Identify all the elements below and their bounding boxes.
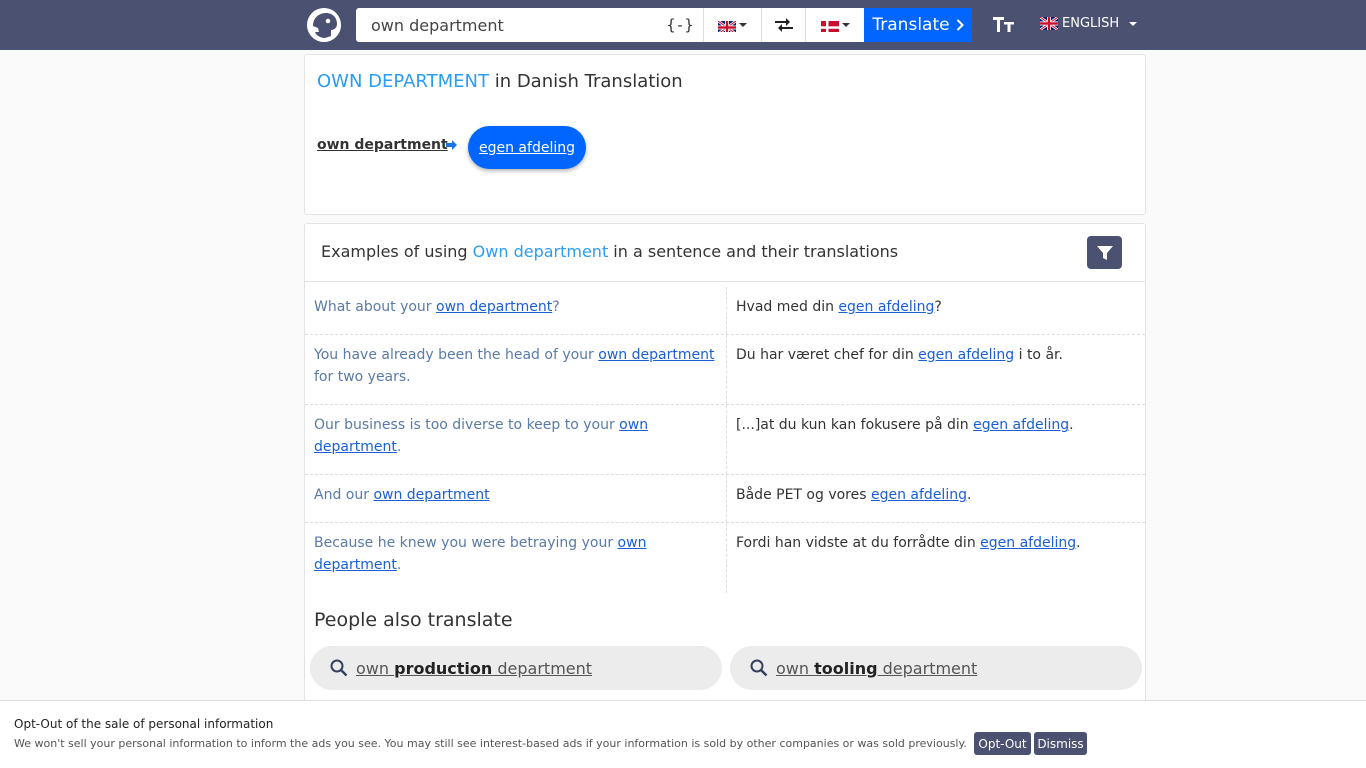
example-source-link[interactable]: own department [373,487,489,503]
example-source: What about your own department? [314,299,560,315]
target-language-select[interactable] [805,8,864,42]
interface-language-select[interactable]: ENGLISH [1040,16,1138,31]
related-item-label: own tooling department [776,658,978,678]
example-target-link[interactable]: egen afdeling [980,535,1076,551]
example-source: Our business is too diverse to keep to y… [314,417,649,455]
search-icon [330,659,348,677]
chevron-down-icon [1129,21,1138,26]
related-item[interactable]: own production department [310,646,722,690]
text-size-icon[interactable] [992,14,1016,39]
example-target-link[interactable]: egen afdeling [838,299,934,315]
dismiss-button[interactable]: Dismiss [1034,732,1087,755]
search-icon [750,659,768,677]
table-row: And our own department Både PET og vores… [305,475,1145,523]
consent-title: Opt-Out of the sale of personal informat… [14,717,274,731]
filter-icon [1096,245,1113,260]
example-source: Because he knew you were betraying your … [314,535,647,573]
heading-post: in a sentence and their translations [608,242,899,261]
swap-languages-button[interactable] [761,8,805,42]
examples-list: What about your own department? Hvad med… [305,287,1145,593]
related-item-label: own production department [356,658,593,678]
logo-icon[interactable] [307,8,341,42]
examples-header: Examples of using Own department in a se… [305,224,1145,282]
swap-icon [774,18,793,32]
chevron-down-icon [739,23,747,27]
example-target: Fordi han vidste at du forrådte din egen… [726,523,1145,593]
table-row: You have already been the head of your o… [305,335,1145,405]
opt-out-button[interactable]: Opt-Out [974,732,1031,755]
related-item[interactable]: own tooling department [730,646,1142,690]
examples-heading: Examples of using Own department in a se… [321,242,898,261]
search-box [356,8,703,42]
translate-button-label: Translate [872,15,950,35]
examples-panel: Examples of using Own department in a se… [304,223,1146,723]
example-source: And our own department [314,487,490,503]
virtual-keyboard-button[interactable]: {-} [666,8,694,42]
consent-text: We won't sell your personal information … [14,737,967,750]
heading-term: Own department [472,242,609,261]
translate-button[interactable]: Translate [864,8,972,42]
table-row: What about your own department? Hvad med… [305,287,1145,335]
search-input[interactable] [356,8,656,42]
heading-pre: Examples of using [321,242,473,261]
consent-banner: Opt-Out of the sale of personal informat… [0,700,1366,768]
example-target: [...]at du kun kan fokusere på din egen … [726,405,1145,474]
example-source-link[interactable]: own department [598,347,714,363]
translation-panel: OWN DEPARTMENT in Danish Translation own… [304,54,1146,215]
title-rest: in Danish Translation [488,71,683,92]
title-term: OWN DEPARTMENT [317,71,489,92]
example-source: You have already been the head of your o… [314,347,715,385]
example-target: Hvad med din egen afdeling? [726,287,1145,334]
top-bar: {-} [0,0,1366,50]
table-row: Our business is too diverse to keep to y… [305,405,1145,475]
example-source-link[interactable]: own department [436,299,552,315]
example-target-link[interactable]: egen afdeling [918,347,1014,363]
uk-flag-icon [718,19,736,32]
uk-flag-icon [1040,17,1058,30]
translation-result-button[interactable]: egen afdeling [468,126,586,169]
source-language-select[interactable] [703,8,761,42]
table-row: Because he knew you were betraying your … [305,523,1145,593]
interface-language-label: ENGLISH [1062,16,1120,31]
arrow-right-icon [446,139,458,154]
filter-button[interactable] [1087,236,1122,269]
chevron-down-icon [841,23,850,27]
example-target-link[interactable]: egen afdeling [973,417,1069,433]
denmark-flag-icon [820,19,839,32]
example-target: Du har været chef for din egen afdeling … [726,335,1145,404]
chevron-right-icon [956,19,964,31]
related-heading: People also translate [314,609,513,631]
example-target-link[interactable]: egen afdeling [871,487,967,503]
page-title: OWN DEPARTMENT in Danish Translation [317,71,683,92]
source-term[interactable]: own department [317,137,448,153]
example-target: Både PET og vores egen afdeling. [726,475,1145,522]
